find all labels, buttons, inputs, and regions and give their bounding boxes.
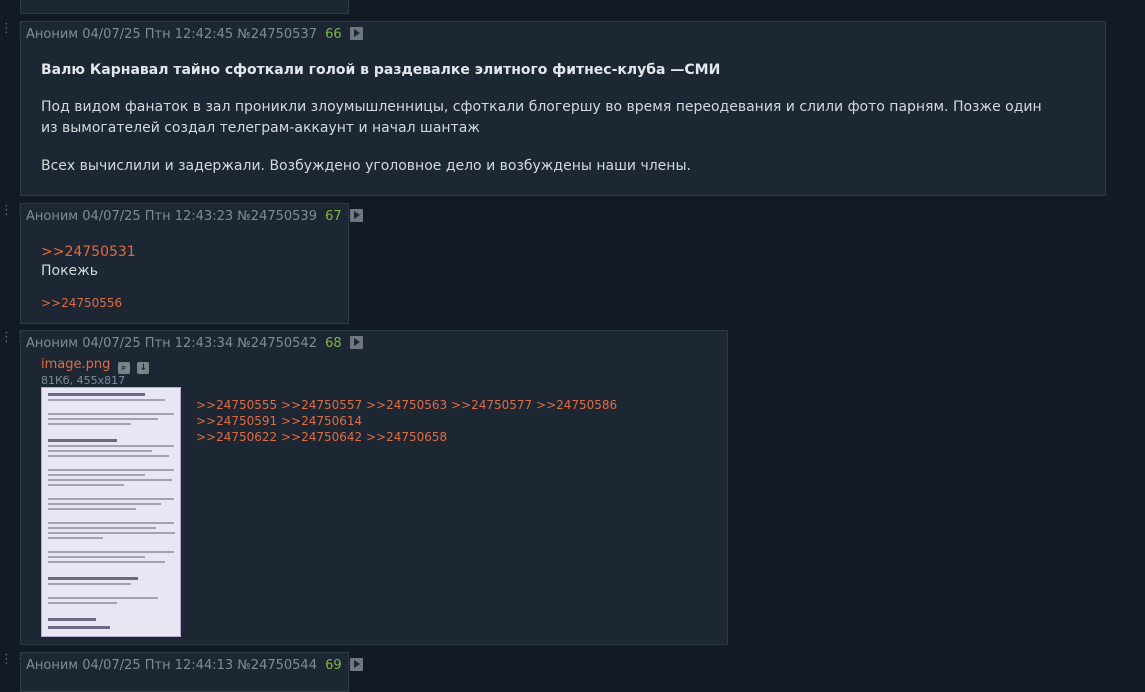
backlink-row[interactable]: >>24750622 >>24750642 >>24750658: [196, 429, 696, 445]
post-datetime: 04/07/25 Птн 12:42:45: [82, 27, 234, 42]
post-datetime: 04/07/25 Птн 12:43:23: [82, 209, 234, 224]
play-icon[interactable]: [349, 336, 363, 349]
post-datetime: 04/07/25 Птн 12:43:34: [82, 336, 234, 351]
post-paragraph: Всех вычислили и задержали. Возбуждено у…: [41, 158, 691, 174]
post-datetime: 04/07/25 Птн 12:44:13: [82, 658, 234, 673]
post-24750544: Аноним 04/07/25 Птн 12:44:13 №24750544 6…: [20, 652, 363, 692]
file-header: image.png ⌕ ↓: [41, 356, 150, 374]
play-icon[interactable]: [349, 658, 363, 671]
post-author: Аноним: [26, 658, 79, 673]
post-body: Покежь: [41, 263, 99, 279]
search-icon[interactable]: ⌕: [117, 362, 130, 374]
post-number[interactable]: №24750537: [237, 27, 317, 42]
file-info: 81Кб, 455x817: [41, 374, 126, 387]
post-count: 69: [325, 658, 342, 673]
download-icon[interactable]: ↓: [137, 362, 150, 374]
reply-link[interactable]: >>24750531: [41, 242, 136, 263]
post-partial-top: [20, 0, 349, 14]
post-24750539: Аноним 04/07/25 Птн 12:43:23 №24750539 6…: [20, 203, 363, 324]
post-author: Аноним: [26, 209, 79, 224]
post-header: Аноним 04/07/25 Птн 12:44:13 №24750544 6…: [26, 658, 363, 673]
post-subject: Валю Карнавал тайно сфоткали голой в раз…: [41, 62, 721, 78]
backlinks: >>24750555 >>24750557 >>24750563 >>24750…: [196, 397, 696, 445]
post-author: Аноним: [26, 336, 79, 351]
backlink-row[interactable]: >>24750555 >>24750557 >>24750563 >>24750…: [196, 397, 696, 429]
file-name-link[interactable]: image.png: [41, 357, 110, 372]
play-icon[interactable]: [349, 209, 363, 222]
backlink[interactable]: >>24750556: [41, 293, 122, 314]
post-count: 68: [325, 336, 342, 351]
post-author: Аноним: [26, 27, 79, 42]
post-header: Аноним 04/07/25 Птн 12:43:34 №24750542 6…: [26, 336, 363, 351]
post-number[interactable]: №24750539: [237, 209, 317, 224]
play-icon[interactable]: [349, 27, 363, 40]
post-count: 67: [325, 209, 342, 224]
post-paragraph: Под видом фанаток в зал проникли злоумыш…: [41, 99, 1042, 136]
post-header: Аноним 04/07/25 Птн 12:43:23 №24750539 6…: [26, 209, 363, 224]
post-count: 66: [325, 27, 342, 42]
post-24750537: Аноним 04/07/25 Птн 12:42:45 №24750537 6…: [20, 21, 1106, 196]
post-24750542: Аноним 04/07/25 Птн 12:43:34 №24750542 6…: [20, 330, 728, 645]
post-number[interactable]: №24750544: [237, 658, 317, 673]
image-thumbnail[interactable]: [41, 387, 181, 637]
post-number[interactable]: №24750542: [237, 336, 317, 351]
post-header: Аноним 04/07/25 Птн 12:42:45 №24750537 6…: [26, 27, 363, 42]
